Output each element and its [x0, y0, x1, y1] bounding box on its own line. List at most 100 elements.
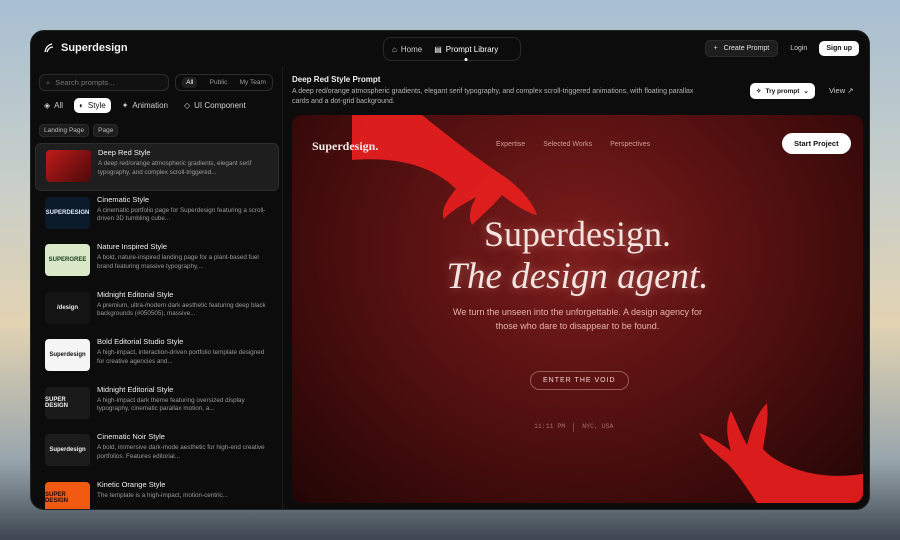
- thumb-text: Superdesign: [49, 352, 86, 358]
- list-item-desc: A high-impact dark theme featuring overs…: [97, 396, 245, 413]
- category-tabs: ◈ All ◐ Style ✦ Animation ◇ UI Component: [39, 98, 251, 113]
- scope-switch: All Public My Team: [175, 74, 273, 91]
- list-item[interactable]: Deep Red Style A deep red/orange atmosphe…: [35, 143, 279, 191]
- chevron-down-icon: ⌄: [803, 88, 809, 95]
- nav-prompt-library[interactable]: ▤ Prompt Library: [434, 45, 498, 54]
- filter-tags: Landing Page Page: [39, 124, 119, 137]
- prompt-detail: Deep Red Style Prompt A deep red/orange …: [284, 67, 869, 509]
- thumb-text: Superdesign: [49, 447, 86, 453]
- list-item-desc: A bold, nature-inspired landing page for…: [97, 254, 259, 270]
- top-actions: + Create Prompt Login Sign up: [704, 40, 859, 57]
- list-item[interactable]: SUPERGREE Nature Inspired Style A bold, n…: [35, 238, 279, 286]
- list-item-desc: A deep red/orange atmospheric gradients,…: [98, 160, 252, 176]
- list-item-desc: A cinematic portfolio page for Superdesi…: [97, 206, 266, 223]
- component-icon: ◇: [183, 101, 191, 110]
- preview-headline: Superdesign.: [484, 214, 671, 254]
- login-button[interactable]: Login: [786, 45, 811, 52]
- list-item[interactable]: SUPER DESIGN Kinetic Orange Style The tem…: [35, 476, 279, 509]
- scope-all[interactable]: All: [182, 77, 198, 88]
- meta-divider: [573, 423, 575, 432]
- list-item-title: Cinematic Style: [97, 194, 150, 204]
- list-item-desc: A bold, immersive dark-mode aesthetic fo…: [97, 444, 265, 460]
- tag-page[interactable]: Page: [93, 124, 119, 137]
- prompt-thumbnail: [46, 150, 91, 182]
- scope-my-team[interactable]: My Team: [240, 79, 266, 86]
- enter-the-void-button[interactable]: ENTER THE VOID: [530, 371, 629, 390]
- prompt-thumbnail: Superdesign: [45, 339, 90, 371]
- brand[interactable]: Superdesign: [43, 42, 128, 54]
- tab-all-label: All: [54, 101, 64, 110]
- list-item-title: Deep Red Style: [98, 148, 151, 157]
- brand-name: Superdesign: [61, 42, 128, 54]
- thumb-text: SUPER DESIGN: [45, 396, 69, 409]
- list-item-desc: The template is a high-impact, motion-ce…: [97, 491, 228, 499]
- thumb-text: SUPERGREE: [48, 257, 87, 263]
- nav-home[interactable]: ⌂ Home: [392, 45, 422, 54]
- signup-button[interactable]: Sign up: [819, 41, 859, 56]
- tab-all[interactable]: ◈ All: [39, 98, 68, 113]
- list-item-title: Nature Inspired Style: [97, 242, 168, 251]
- preview-location: NYC, USA: [582, 423, 614, 430]
- tab-animation[interactable]: ✦ Animation: [117, 98, 173, 113]
- preview-nav: Expertise Selected Works Perspectives: [496, 141, 650, 148]
- plus-icon: +: [713, 45, 718, 52]
- view-label: View: [829, 86, 846, 95]
- app-window: Superdesign ⌂ Home ▤ Prompt Library + Cr…: [30, 30, 870, 510]
- search-placeholder: Search prompts...: [55, 78, 115, 87]
- tab-ui-component[interactable]: ◇ UI Component: [179, 98, 251, 113]
- list-item-title: Bold Editorial Studio Style: [97, 337, 184, 346]
- design-preview: Superdesign. Expertise Selected Works Pe…: [292, 115, 863, 503]
- prompt-description: A deep red/orange atmospheric gradients,…: [292, 88, 694, 106]
- preview-nav-perspectives[interactable]: Perspectives: [610, 141, 650, 148]
- search-icon: ⌕: [46, 77, 51, 87]
- create-prompt-label: Create Prompt: [723, 45, 770, 52]
- tab-ui-component-label: UI Component: [194, 101, 246, 110]
- nav-home-label: Home: [400, 44, 423, 54]
- palette-icon: ◐: [79, 101, 84, 110]
- main-nav: ⌂ Home ▤ Prompt Library: [383, 37, 521, 61]
- prompt-thumbnail: SUPERGREE: [45, 244, 90, 276]
- view-button[interactable]: View ↗: [829, 86, 854, 95]
- tab-style-label: Style: [87, 101, 106, 110]
- tab-animation-label: Animation: [132, 101, 168, 110]
- reaching-hand-bottom-icon: [699, 403, 863, 503]
- tag-landing-page[interactable]: Landing Page: [39, 124, 90, 137]
- home-icon: ⌂: [392, 44, 397, 54]
- top-bar: Superdesign ⌂ Home ▤ Prompt Library + Cr…: [31, 31, 869, 67]
- list-item[interactable]: SUPERDESIGN Cinematic Style A cinematic p…: [35, 191, 279, 239]
- list-item-title: Midnight Editorial Style: [97, 384, 174, 394]
- start-project-button[interactable]: Start Project: [782, 133, 851, 154]
- try-prompt-label: Try prompt: [765, 87, 800, 95]
- thumb-text: /design: [56, 304, 78, 311]
- preview-nav-expertise[interactable]: Expertise: [496, 141, 525, 148]
- list-item-title: Midnight Editorial Style: [97, 289, 174, 299]
- prompt-list: Deep Red Style A deep red/orange atmosphe…: [31, 143, 283, 509]
- create-prompt-button[interactable]: + Create Prompt: [704, 40, 779, 57]
- list-item[interactable]: /design Midnight Editorial Style A premiu…: [35, 286, 279, 334]
- prompt-title: Deep Red Style Prompt: [292, 75, 381, 84]
- sparkle-icon: ✦: [121, 101, 129, 110]
- sparkle-icon: ✧: [756, 88, 762, 95]
- preview-meta: 11:11 PM NYC, USA: [534, 423, 613, 432]
- list-item[interactable]: SUPER DESIGN Midnight Editorial Style A h…: [35, 381, 279, 429]
- list-item[interactable]: Superdesign Cinematic Noir Style A bold, …: [35, 428, 279, 476]
- search-input[interactable]: ⌕ Search prompts...: [39, 74, 169, 91]
- preview-nav-selected-works[interactable]: Selected Works: [543, 141, 592, 148]
- superdesign-logo-icon: [44, 43, 54, 53]
- nav-library-label: Prompt Library: [445, 44, 499, 54]
- list-item-title: Kinetic Orange Style: [97, 479, 166, 489]
- prompt-thumbnail: SUPERDESIGN: [45, 196, 90, 229]
- list-item-desc: A premium, ultra-modern dark aesthetic f…: [97, 301, 266, 318]
- prompt-sidebar: ⌕ Search prompts... All Public My Team ◈…: [31, 67, 283, 509]
- book-icon: ▤: [434, 44, 442, 54]
- prompt-thumbnail: Superdesign: [45, 434, 90, 466]
- tab-style[interactable]: ◐ Style: [74, 98, 111, 113]
- prompt-thumbnail: SUPER DESIGN: [45, 386, 90, 419]
- layers-icon: ◈: [44, 101, 51, 110]
- list-item-desc: A high-impact, interaction-driven portfo…: [97, 349, 265, 365]
- list-item[interactable]: Superdesign Bold Editorial Studio Style A…: [35, 333, 279, 381]
- scope-public[interactable]: Public: [210, 79, 228, 86]
- prompt-thumbnail: SUPER DESIGN: [45, 481, 90, 509]
- external-link-icon: ↗: [847, 86, 854, 95]
- try-prompt-button[interactable]: ✧ Try prompt ⌄: [750, 83, 815, 99]
